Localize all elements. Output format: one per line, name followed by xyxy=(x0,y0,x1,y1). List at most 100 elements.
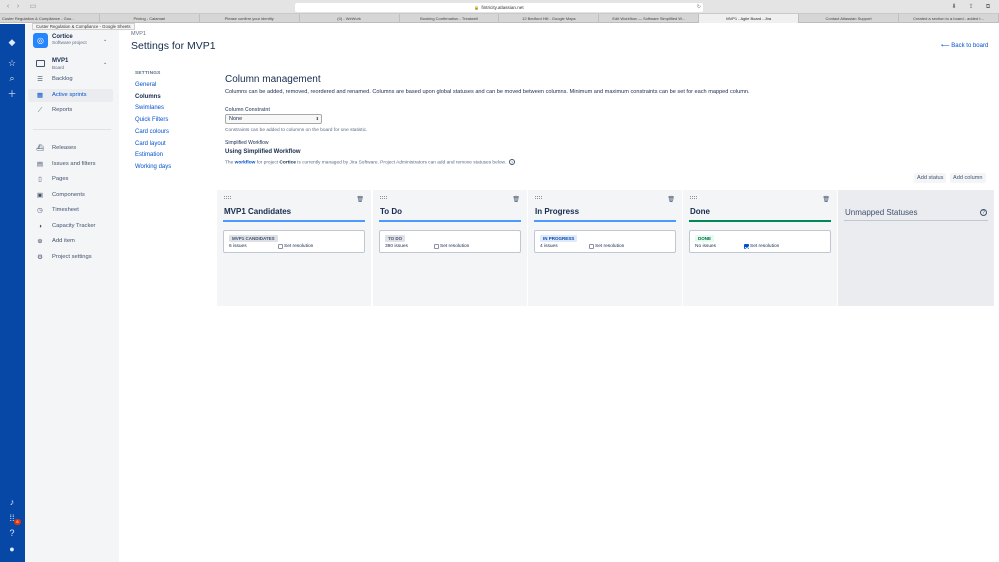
sidebar-item-add-item[interactable]: ⊕ Add item xyxy=(28,235,113,248)
trash-icon[interactable]: 🗑 xyxy=(512,196,520,203)
settings-nav-general[interactable]: General xyxy=(135,82,156,88)
drag-handle-icon[interactable] xyxy=(380,196,387,199)
sidebar-item-components[interactable]: ▣ Components xyxy=(28,189,113,202)
back-to-board-link[interactable]: ⟵ Back to board xyxy=(941,42,988,49)
settings-nav-estimation[interactable]: Estimation xyxy=(135,152,163,158)
set-resolution-label: Set resolution xyxy=(595,244,625,249)
add-status-button[interactable]: Add status xyxy=(914,173,947,183)
help-icon[interactable]: ? xyxy=(980,209,987,216)
notifications-icon[interactable]: ♪ xyxy=(5,496,19,508)
board-name: MVP1 xyxy=(52,58,69,64)
status-card[interactable]: DONE No issues Set resolution xyxy=(689,230,831,253)
drag-handle-icon[interactable] xyxy=(535,196,542,199)
column-name[interactable]: MVP1 Candidates xyxy=(224,207,291,216)
column-constraint-select[interactable]: None ⬍ xyxy=(225,114,322,124)
address-bar[interactable]: 🔒 fintricity.atlassian.net ↻ xyxy=(295,3,703,12)
breadcrumb[interactable]: MVP1 xyxy=(131,31,146,37)
column-name[interactable]: To Do xyxy=(380,207,402,216)
trash-icon[interactable]: 🗑 xyxy=(356,196,364,203)
search-icon[interactable]: ⌕ xyxy=(5,72,19,84)
help-icon[interactable]: ? xyxy=(5,527,19,539)
sidebar-item-label: Add item xyxy=(52,238,75,244)
create-icon[interactable]: ＋ xyxy=(5,88,19,100)
download-icon[interactable]: ⬇ xyxy=(950,3,958,11)
text-fragment: The xyxy=(225,160,235,166)
sidebar-item-releases[interactable]: ⛴ Releases xyxy=(28,142,113,155)
settings-nav-swimlanes[interactable]: Swimlanes xyxy=(135,105,164,111)
sidebar-item-project-settings[interactable]: ⚙ Project settings xyxy=(28,251,113,264)
workflow-link[interactable]: workflow xyxy=(235,160,256,165)
board-column[interactable]: 🗑 MVP1 Candidates MVP1 CANDIDATES 6 issu… xyxy=(217,190,371,306)
share-icon[interactable]: ⇪ xyxy=(967,3,975,11)
browser-tab[interactable]: Edit Workflow — Software Simplified W... xyxy=(599,14,700,23)
profile-icon[interactable]: ● xyxy=(5,543,19,555)
status-card[interactable]: IN PROGRESS 4 issues Set resolution xyxy=(534,230,676,253)
add-column-button[interactable]: Add column xyxy=(950,173,986,183)
sidebar-item-label: Reports xyxy=(52,107,73,113)
sidebar-toggle-icon[interactable]: ▭ xyxy=(29,3,37,11)
column-name[interactable]: Done xyxy=(690,207,710,216)
status-lozenge: TO DO xyxy=(385,235,406,242)
active-sprints-icon: ▦ xyxy=(36,92,44,99)
sidebar-item-active-sprints[interactable]: ▦ Active sprints xyxy=(28,89,113,102)
set-resolution-checkbox[interactable] xyxy=(589,244,594,249)
set-resolution-checkbox[interactable] xyxy=(744,244,749,249)
browser-tab[interactable]: Created a section to a board - added t..… xyxy=(899,14,999,23)
board-column[interactable]: 🗑 Done DONE No issues Set resolution xyxy=(683,190,837,306)
settings-nav-working-days[interactable]: Working days xyxy=(135,164,171,170)
status-card[interactable]: TO DO 390 issues Set resolution xyxy=(379,230,521,253)
reload-icon[interactable]: ↻ xyxy=(697,3,701,12)
browser-tab[interactable]: 12 Bedford Hill - Google Maps xyxy=(499,14,600,23)
sidebar-item-issues[interactable]: ▤ Issues and filters xyxy=(28,158,113,171)
drag-handle-icon[interactable] xyxy=(224,196,231,199)
set-resolution-checkbox[interactable] xyxy=(434,244,439,249)
add-item-icon: ⊕ xyxy=(37,238,43,245)
settings-nav-columns[interactable]: Columns xyxy=(135,94,161,100)
text-fragment: is currently managed by Jira Software. P… xyxy=(295,160,507,166)
board-switcher[interactable]: MVP1 Board ⌄ xyxy=(25,57,119,71)
chevron-down-icon[interactable]: ⌄ xyxy=(103,60,107,66)
browser-tab[interactable]: Custer Regulation & Compliance - Goo... xyxy=(0,14,100,23)
sidebar-item-backlog[interactable]: ☰ Backlog xyxy=(28,73,113,86)
sidebar-item-label: Project settings xyxy=(52,254,92,260)
set-resolution-checkbox[interactable] xyxy=(278,244,283,249)
settings-icon: ⚙ xyxy=(37,254,43,261)
sidebar-item-capacity-tracker[interactable]: ◑ Capacity Tracker xyxy=(28,220,113,233)
browser-tab[interactable]: Booking Confirmation - Treatwell xyxy=(400,14,500,23)
board-column[interactable]: 🗑 To Do TO DO 390 issues Set resolution xyxy=(373,190,527,306)
sidebar-item-pages[interactable]: ▯ Pages xyxy=(28,173,113,186)
jira-logo-icon[interactable]: ◆ xyxy=(5,36,19,48)
chevron-down-icon[interactable]: ⌄ xyxy=(103,37,107,43)
project-sidebar: ◎ Cortice Software project ⌄ MVP1 Board … xyxy=(25,24,119,562)
help-icon[interactable]: ? xyxy=(509,159,516,165)
trash-icon[interactable]: 🗑 xyxy=(667,196,675,203)
app-switcher-icon[interactable]: ⁞⁞ xyxy=(5,512,19,524)
column-name[interactable]: In Progress xyxy=(535,207,579,216)
settings-nav-card-layout[interactable]: Card layout xyxy=(135,141,166,147)
browser-tab[interactable]: Pricing - Calamari xyxy=(100,14,200,23)
status-card[interactable]: MVP1 CANDIDATES 6 issues Set resolution xyxy=(223,230,365,253)
project-name[interactable]: Cortice xyxy=(52,34,73,40)
sidebar-item-timesheet[interactable]: ◷ Timesheet xyxy=(28,204,113,217)
reports-icon: ⟋ xyxy=(37,107,43,114)
settings-nav-card-colours[interactable]: Card colours xyxy=(135,129,169,135)
browser-tab[interactable]: Please confirm your identity xyxy=(200,14,300,23)
settings-nav-quick-filters[interactable]: Quick Filters xyxy=(135,117,168,123)
timesheet-icon: ◷ xyxy=(37,207,43,214)
board-column[interactable]: 🗑 In Progress IN PROGRESS 4 issues Set r… xyxy=(528,190,682,306)
tabs-overview-icon[interactable]: ⧉ xyxy=(984,3,992,11)
project-avatar[interactable]: ◎ xyxy=(33,33,48,48)
back-arrow-icon[interactable]: ‹ xyxy=(4,3,12,11)
drag-handle-icon[interactable] xyxy=(690,196,697,199)
trash-icon[interactable]: 🗑 xyxy=(822,196,830,203)
starred-icon[interactable]: ☆ xyxy=(5,57,19,69)
forward-arrow-icon[interactable]: › xyxy=(14,3,22,11)
browser-tab[interactable]: Contact Atlassian Support xyxy=(799,14,900,23)
sidebar-item-reports[interactable]: ⟋ Reports xyxy=(28,104,113,117)
browser-tab-active[interactable]: MVP1 - Agile Board - Jira xyxy=(699,14,800,23)
sidebar-item-label: Active sprints xyxy=(52,92,87,98)
url-text: fintricity.atlassian.net xyxy=(481,5,524,10)
column-underline xyxy=(844,220,988,221)
set-resolution-label: Set resolution xyxy=(750,244,780,249)
browser-tab[interactable]: (0) - WeWork xyxy=(300,14,400,23)
